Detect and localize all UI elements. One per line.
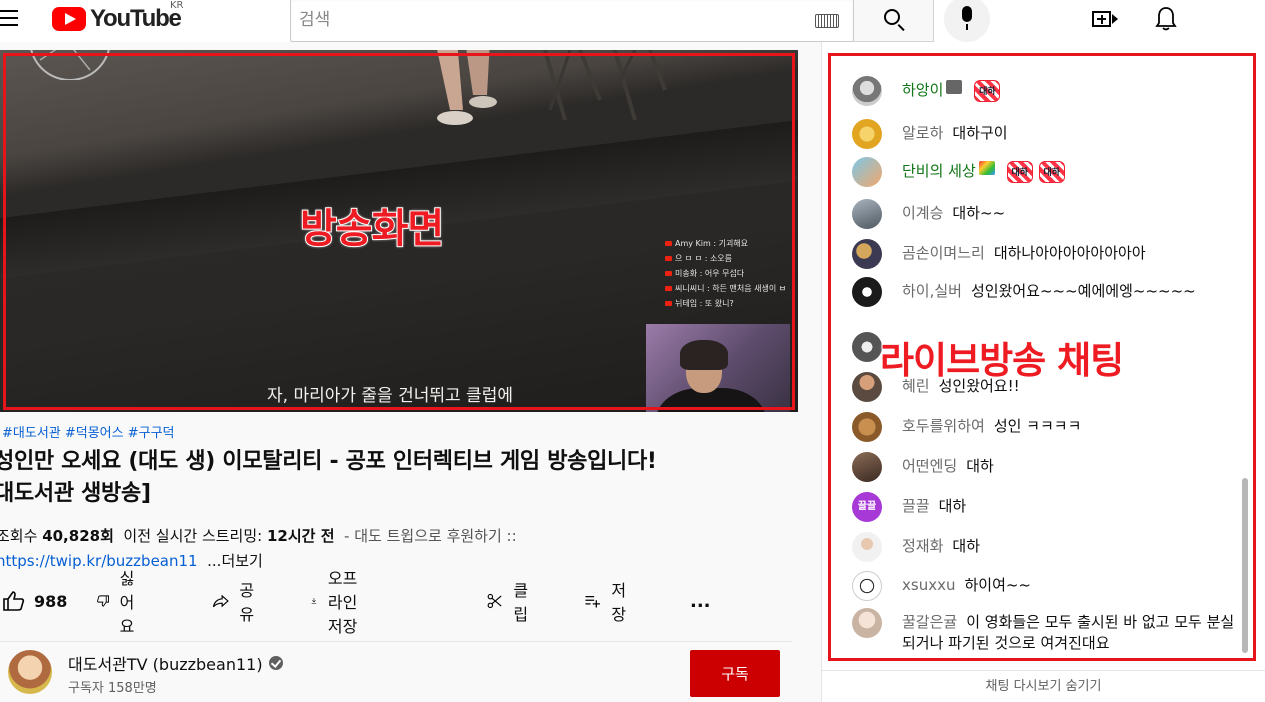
chat-annotation-label: 라이브방송 채팅 bbox=[879, 338, 1125, 383]
video-annotation-label: 방송화면 bbox=[299, 205, 445, 253]
share-icon bbox=[212, 594, 229, 608]
notifications-bell-icon[interactable] bbox=[1155, 6, 1177, 32]
download-icon bbox=[311, 598, 317, 604]
view-count-label: 조회수 bbox=[0, 527, 38, 545]
search-button[interactable] bbox=[854, 0, 934, 42]
video-hashtags[interactable]: #대도서관 #덕몽어스 #구구덕 bbox=[2, 422, 175, 441]
subscriber-count: 구독자 158만명 bbox=[68, 681, 157, 696]
description-snippet: - 대도 트윕으로 후원하기 :: bbox=[344, 527, 517, 545]
stream-time-label: 이전 실시간 스트리밍: bbox=[123, 527, 263, 545]
search-input[interactable] bbox=[299, 5, 799, 35]
create-video-icon[interactable] bbox=[1092, 8, 1118, 28]
twip-link[interactable]: https://twip.kr/buzzbean11 bbox=[0, 552, 198, 570]
keyboard-icon[interactable] bbox=[815, 14, 839, 28]
save-to-playlist-button[interactable]: 저장 bbox=[584, 581, 633, 624]
hamburger-menu-icon[interactable] bbox=[0, 8, 20, 30]
subscribe-button[interactable]: 구독 bbox=[690, 650, 780, 697]
search-box bbox=[290, 0, 854, 42]
verified-badge-icon bbox=[268, 656, 283, 670]
voice-search-button[interactable] bbox=[944, 0, 990, 42]
offline-save-button[interactable]: 오프라인 저장 bbox=[310, 569, 359, 636]
region-code: KR bbox=[170, 0, 184, 11]
scissors-icon bbox=[487, 593, 502, 609]
stream-time: 12시간 전 bbox=[267, 527, 335, 545]
more-actions-button[interactable]: ... bbox=[690, 587, 711, 615]
share-button[interactable]: 공유 bbox=[212, 581, 261, 624]
playlist-add-icon bbox=[585, 596, 600, 608]
logo-text: YouTube bbox=[90, 5, 182, 32]
view-count: 40,828회 bbox=[42, 527, 114, 545]
more-icon: ... bbox=[690, 590, 711, 612]
dislike-button[interactable]: 싫어요 bbox=[96, 569, 145, 636]
channel-name[interactable]: 대도서관TV (buzzbean11) bbox=[68, 651, 283, 675]
search-icon bbox=[884, 9, 900, 25]
show-more-link[interactable]: ...더보기 bbox=[207, 552, 263, 570]
clip-button[interactable]: 클립 bbox=[486, 581, 535, 624]
masthead: YouTube KR bbox=[0, 0, 1265, 42]
like-button[interactable]: 988 bbox=[2, 587, 67, 615]
hide-chat-replay-button[interactable]: 채팅 다시보기 숨기기 bbox=[822, 670, 1265, 702]
thumbs-down-icon bbox=[97, 595, 109, 607]
youtube-logo[interactable]: YouTube bbox=[52, 5, 182, 33]
thumbs-up-icon bbox=[3, 591, 25, 611]
youtube-play-icon bbox=[52, 7, 86, 31]
video-title: 성인만 오세요 (대도 생) 이모탈리티 - 공포 인터렉티브 게임 방송입니다… bbox=[0, 449, 657, 506]
microphone-icon bbox=[962, 6, 972, 22]
channel-avatar[interactable] bbox=[8, 650, 52, 694]
